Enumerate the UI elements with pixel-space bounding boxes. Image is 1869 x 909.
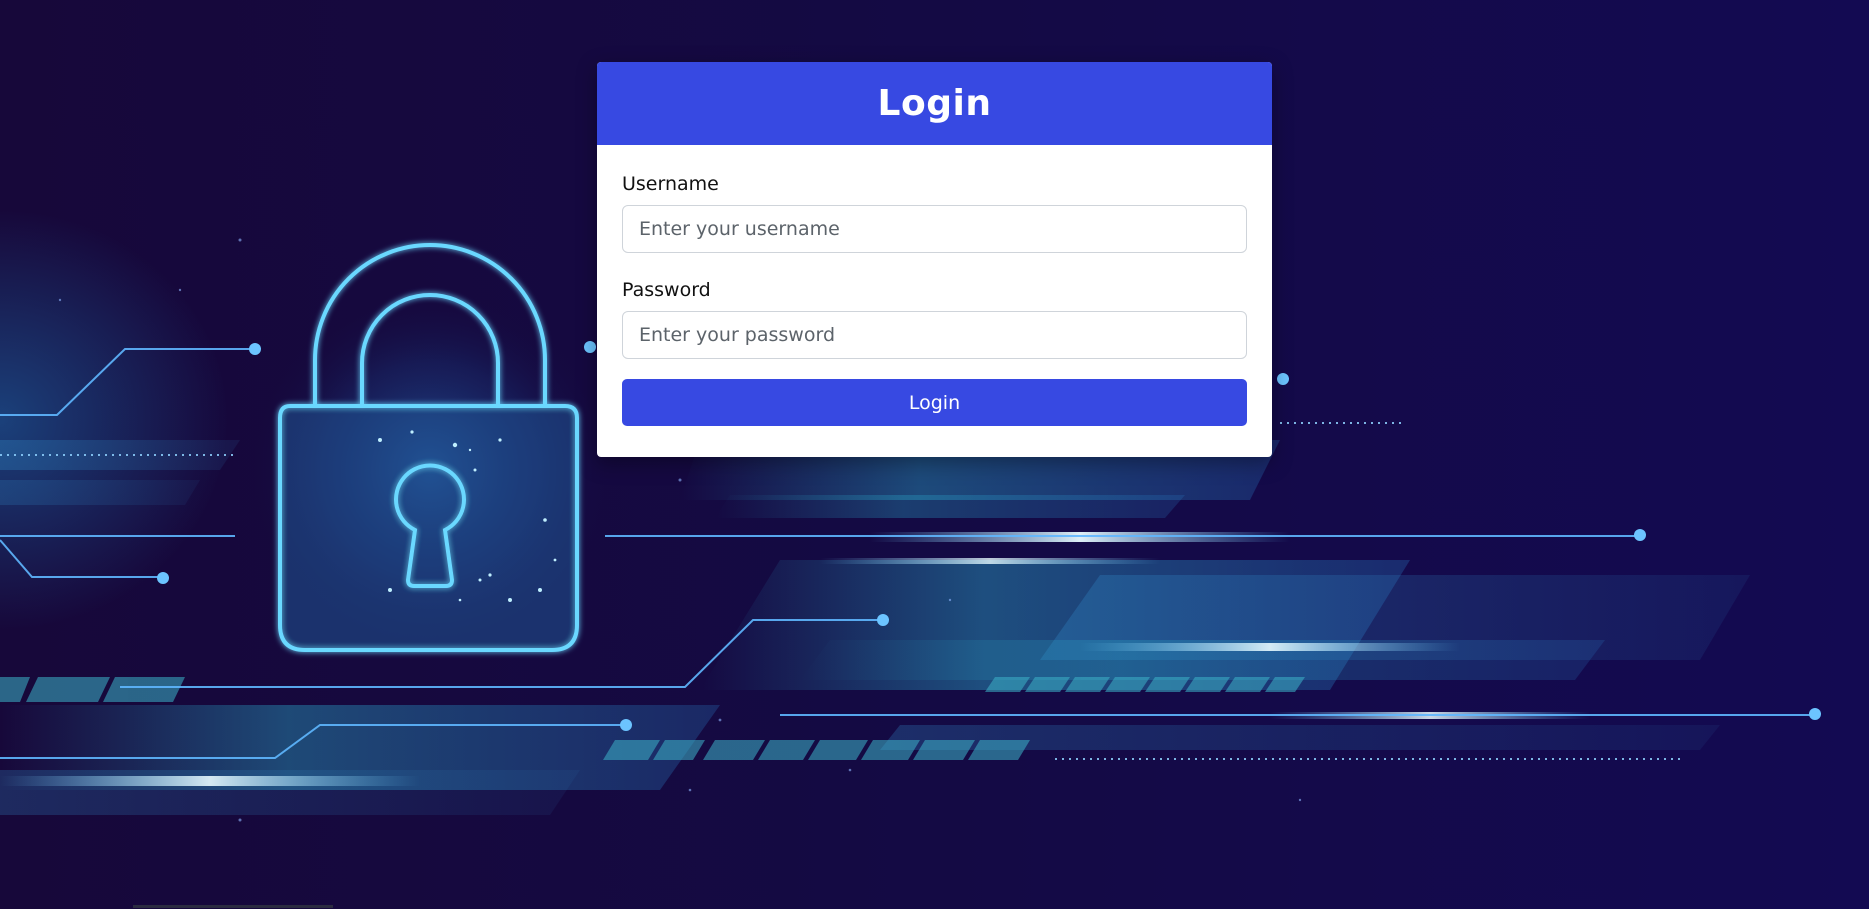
username-input[interactable] (622, 205, 1247, 253)
password-input[interactable] (622, 311, 1247, 359)
login-form: Username Password Login (597, 145, 1272, 426)
login-title: Login (597, 62, 1272, 145)
login-button[interactable]: Login (622, 379, 1247, 426)
username-label: Username (622, 173, 719, 195)
horizontal-scrollbar[interactable] (133, 905, 333, 908)
password-label: Password (622, 279, 711, 301)
login-card: Login Username Password Login (597, 62, 1272, 457)
